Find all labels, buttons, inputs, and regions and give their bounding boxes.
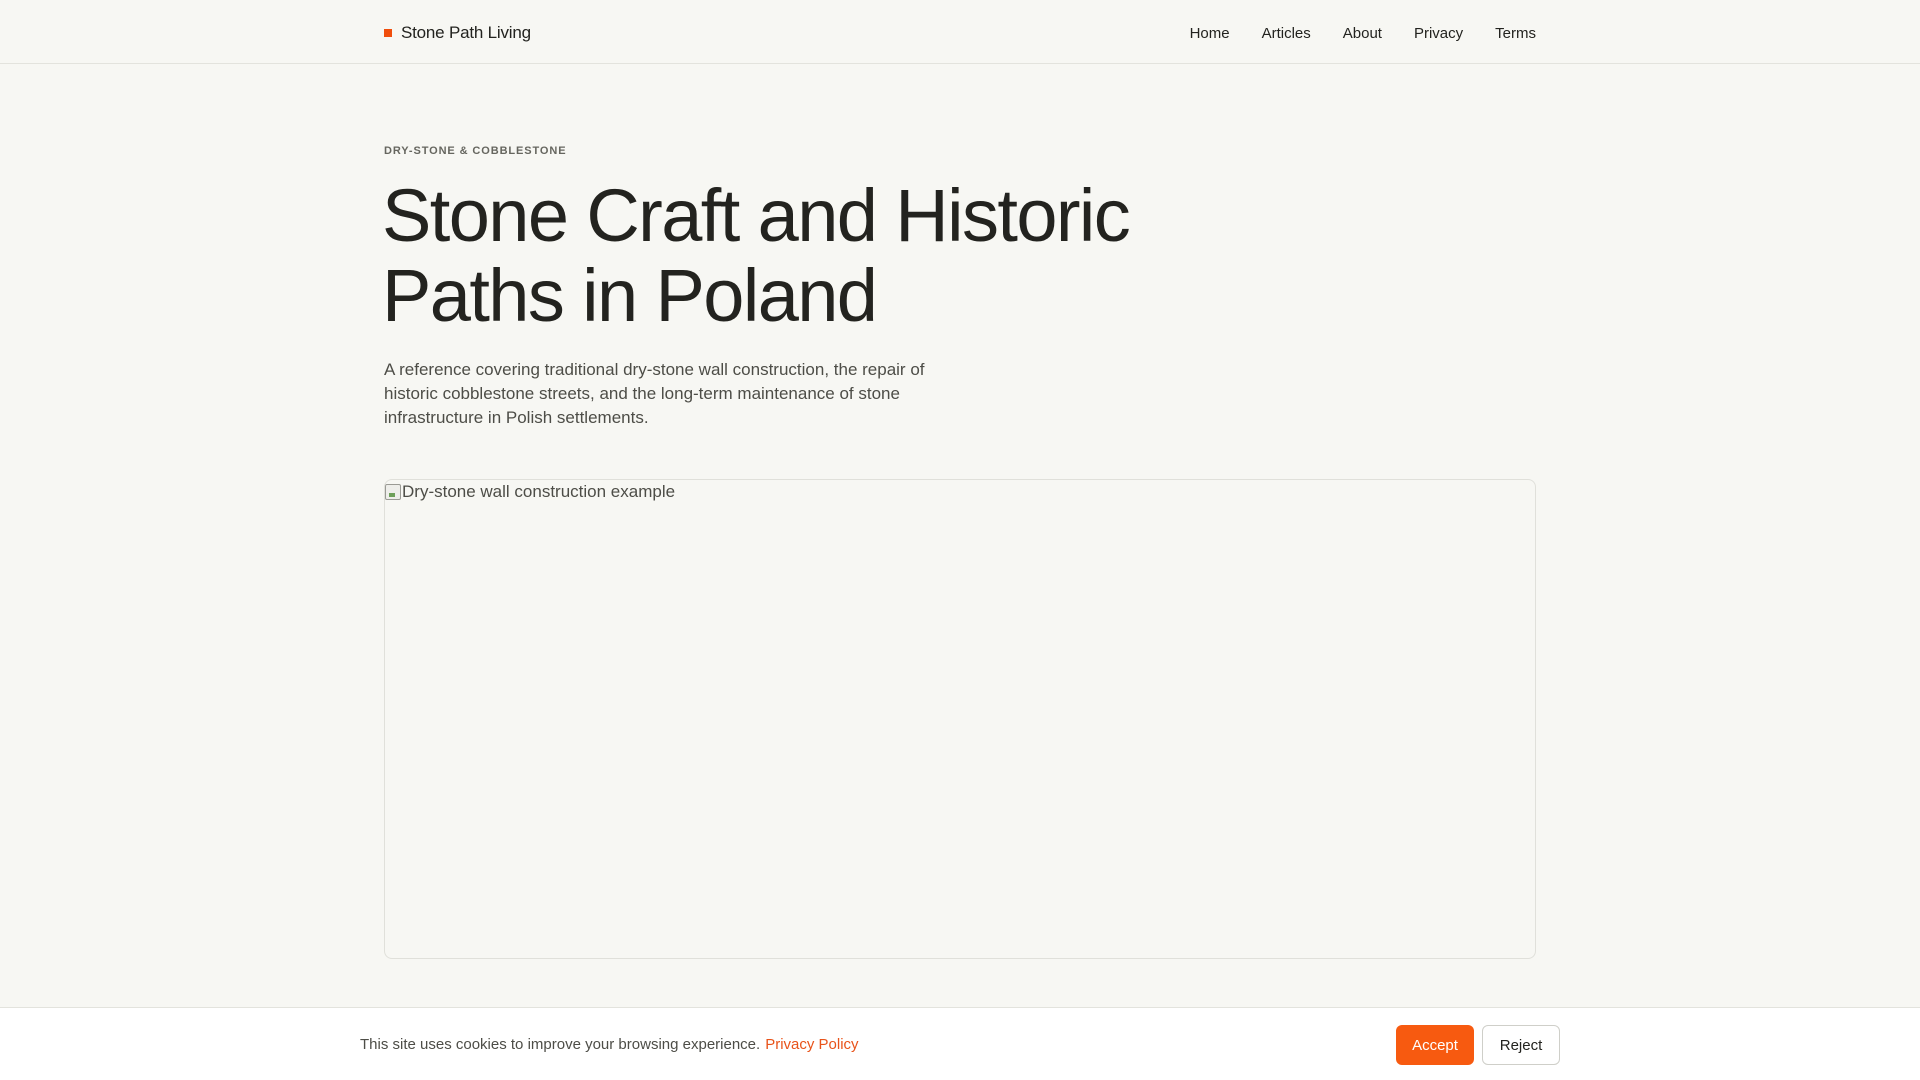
broken-image-icon (385, 484, 401, 500)
site-header: Stone Path Living Home Articles About Pr… (0, 0, 1920, 64)
nav-terms-link[interactable]: Terms (1495, 25, 1536, 42)
image-alt-text: Dry-stone wall construction example (402, 482, 676, 501)
cookie-message: This site uses cookies to improve your b… (360, 1036, 859, 1053)
nav-about-link[interactable]: About (1343, 25, 1382, 42)
cookie-text: This site uses cookies to improve your b… (360, 1036, 761, 1053)
cookie-banner: This site uses cookies to improve your b… (0, 1007, 1920, 1080)
page-title: Stone Craft and Historic Paths in Poland (382, 174, 1131, 337)
brand-name: Stone Path Living (401, 23, 531, 42)
nav-home-link[interactable]: Home (1190, 25, 1230, 42)
brand-logo-link[interactable]: Stone Path Living (384, 22, 531, 44)
nav-articles-link[interactable]: Articles (1262, 25, 1311, 42)
category-eyebrow: DRY-STONE & COBBLESTONE (384, 145, 567, 157)
broken-image-placeholder: Dry-stone wall construction example (385, 482, 675, 502)
reject-cookies-button[interactable]: Reject (1482, 1025, 1560, 1065)
nav-privacy-link[interactable]: Privacy (1414, 25, 1463, 42)
accept-cookies-button[interactable]: Accept (1396, 1025, 1474, 1065)
hero-image: Dry-stone wall construction example (384, 479, 1536, 959)
brand-square-icon (384, 29, 392, 37)
main-nav: Home Articles About Privacy Terms (1190, 22, 1536, 44)
privacy-policy-link[interactable]: Privacy Policy (765, 1036, 858, 1053)
page-lede: A reference covering traditional dry-sto… (384, 360, 925, 427)
